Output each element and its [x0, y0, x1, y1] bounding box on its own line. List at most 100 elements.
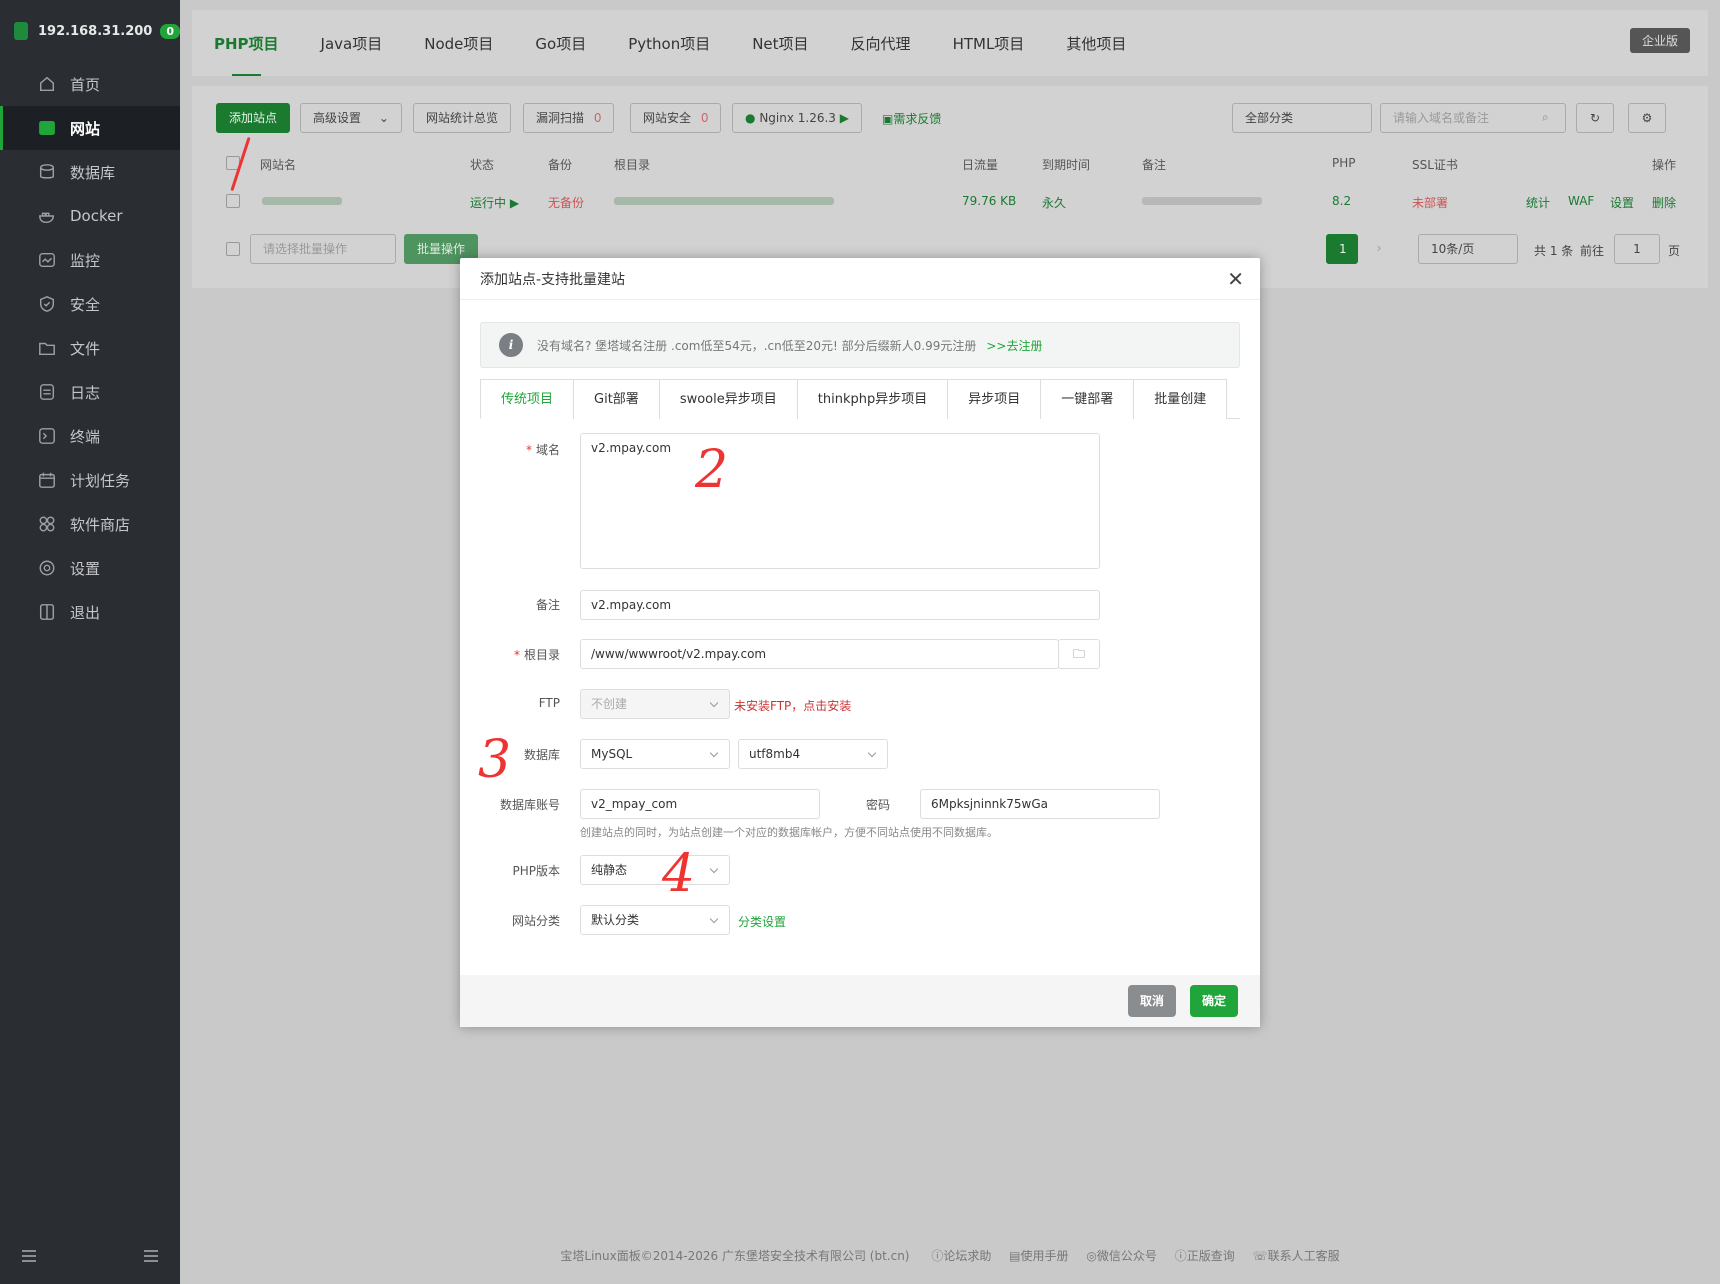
header-status[interactable]: 状态 — [470, 156, 494, 173]
refresh-icon[interactable]: ↻ — [1576, 103, 1614, 133]
action-waf[interactable]: WAF — [1568, 194, 1594, 208]
database-type-select[interactable]: MySQL — [580, 739, 730, 769]
tab-thinkphp[interactable]: thinkphp异步项目 — [796, 379, 949, 419]
domain-textarea[interactable]: v2.mpay.com — [580, 433, 1100, 569]
sidebar-item-website[interactable]: 网站 — [0, 106, 180, 150]
sidebar-item-cron[interactable]: 计划任务 — [0, 458, 180, 502]
header-site-name[interactable]: 网站名 — [260, 156, 296, 173]
header-actions: 操作 — [1652, 158, 1677, 172]
footer-link-forum[interactable]: ⓘ论坛求助 — [931, 1249, 991, 1263]
site-name-blurred[interactable] — [262, 197, 342, 205]
logout-icon — [39, 604, 55, 620]
close-icon[interactable]: ✕ — [1227, 269, 1244, 289]
alert-badge[interactable]: 0 — [160, 23, 180, 39]
register-link[interactable]: >>去注册 — [986, 337, 1042, 354]
cancel-button[interactable]: 取消 — [1128, 985, 1177, 1017]
calendar-icon — [39, 472, 55, 488]
settings-gear-icon[interactable]: ⚙ — [1628, 103, 1666, 133]
goto-page-input[interactable]: 1 — [1614, 234, 1660, 264]
category-settings-link[interactable]: 分类设置 — [738, 913, 786, 930]
tab-java[interactable]: Java项目 — [321, 10, 383, 76]
tab-swoole[interactable]: swoole异步项目 — [658, 379, 798, 419]
site-category-select[interactable]: 默认分类 — [580, 905, 730, 935]
traffic-value: 79.76 KB — [962, 194, 1017, 208]
site-stats-button[interactable]: 网站统计总览 — [413, 103, 512, 133]
menu-icon[interactable] — [144, 1250, 158, 1262]
batch-select[interactable]: 请选择批量操作 — [250, 234, 396, 264]
search-input[interactable]: 请输入域名或备注 — [1380, 103, 1566, 133]
footer-link-wechat[interactable]: ◎微信公众号 — [1086, 1249, 1157, 1263]
sidebar-item-logs[interactable]: 日志 — [0, 370, 180, 414]
remark-blurred[interactable] — [1142, 197, 1262, 205]
db-account-input[interactable]: v2_mpay_com — [580, 789, 820, 819]
confirm-button[interactable]: 确定 — [1190, 985, 1239, 1017]
add-site-button[interactable]: 添加站点 — [216, 103, 291, 133]
header-expire[interactable]: 到期时间 — [1042, 156, 1090, 173]
enterprise-badge[interactable]: 企业版 — [1629, 28, 1690, 53]
php-version-select[interactable]: 纯静态 — [580, 855, 730, 885]
sidebar-item-monitor[interactable]: 监控 — [0, 238, 180, 282]
collapse-icon[interactable] — [22, 1250, 36, 1262]
tab-traditional[interactable]: 传统项目 — [480, 379, 575, 419]
sidebar-item-database[interactable]: 数据库 — [0, 150, 180, 194]
expire-value[interactable]: 永久 — [1042, 194, 1066, 211]
tab-php[interactable]: PHP项目 — [214, 10, 279, 76]
footer-link-support[interactable]: ☏联系人工客服 — [1253, 1249, 1340, 1263]
header-traffic[interactable]: 日流量 — [962, 156, 998, 173]
footer-link-license[interactable]: ⓘ正版查询 — [1175, 1249, 1235, 1263]
tab-python[interactable]: Python项目 — [628, 10, 710, 76]
action-settings[interactable]: 设置 — [1610, 194, 1634, 211]
header-ssl[interactable]: SSL证书 — [1412, 156, 1458, 173]
tab-other[interactable]: 其他项目 — [1066, 10, 1126, 76]
tab-reverse-proxy[interactable]: 反向代理 — [851, 10, 911, 76]
category-select[interactable]: 全部分类 — [1232, 103, 1372, 133]
sidebar-item-home[interactable]: 首页 — [0, 62, 180, 106]
root-path-blurred[interactable] — [614, 197, 834, 205]
sidebar-item-terminal[interactable]: 终端 — [0, 414, 180, 458]
site-security-button[interactable]: 网站安全 0 — [630, 103, 722, 133]
advanced-settings-button[interactable]: 高级设置 ⌄ — [300, 103, 402, 133]
password-input[interactable]: 6Mpksjninnk75wGa — [920, 789, 1160, 819]
next-page-icon[interactable]: › — [1364, 234, 1394, 264]
php-version[interactable]: 8.2 — [1332, 194, 1351, 208]
page-unit-label: 页 — [1668, 244, 1681, 258]
ssl-status[interactable]: 未部署 — [1412, 194, 1448, 211]
tab-go[interactable]: Go项目 — [535, 10, 586, 76]
sidebar-item-store[interactable]: 软件商店 — [0, 502, 180, 546]
sidebar-item-settings[interactable]: 设置 — [0, 546, 180, 590]
tab-batch[interactable]: 批量创建 — [1133, 379, 1228, 419]
tab-async[interactable]: 异步项目 — [947, 379, 1042, 419]
action-delete[interactable]: 删除 — [1652, 194, 1676, 211]
sidebar-item-logout[interactable]: 退出 — [0, 590, 180, 634]
vuln-scan-button[interactable]: 漏洞扫描 0 — [523, 103, 615, 133]
folder-browse-icon[interactable]: 🗀 — [1058, 639, 1100, 669]
backup-status[interactable]: 无备份 — [548, 194, 584, 211]
action-stats[interactable]: 统计 — [1526, 194, 1550, 211]
sidebar-item-security[interactable]: 安全 — [0, 282, 180, 326]
per-page-select[interactable]: 10条/页 — [1418, 234, 1518, 264]
tab-html[interactable]: HTML项目 — [953, 10, 1025, 76]
root-path-input[interactable]: /www/wwwroot/v2.mpay.com — [580, 639, 1059, 669]
search-icon[interactable]: ⌕ — [1542, 110, 1549, 125]
terminal-icon — [39, 428, 55, 444]
feedback-link[interactable]: ▣需求反馈 — [882, 110, 941, 127]
remark-label: 备注 — [535, 598, 560, 612]
row-checkbox[interactable] — [226, 194, 240, 208]
sidebar-item-files[interactable]: 文件 — [0, 326, 180, 370]
batch-checkbox[interactable] — [226, 242, 240, 256]
ftp-install-link[interactable]: 未安装FTP，点击安装 — [734, 697, 851, 714]
password-label: 密码 — [865, 798, 890, 812]
ftp-select[interactable]: 不创建 — [580, 689, 730, 719]
charset-select[interactable]: utf8mb4 — [738, 739, 888, 769]
tab-net[interactable]: Net项目 — [752, 10, 808, 76]
tab-git[interactable]: Git部署 — [573, 379, 660, 419]
tab-one-click[interactable]: 一键部署 — [1040, 379, 1135, 419]
remark-input[interactable]: v2.mpay.com — [580, 590, 1100, 620]
status-running[interactable]: 运行中 ▶ — [470, 194, 519, 211]
tab-node[interactable]: Node项目 — [424, 10, 493, 76]
page-current[interactable]: 1 — [1326, 234, 1358, 264]
footer-link-manual[interactable]: ▤使用手册 — [1009, 1249, 1068, 1263]
header-root: 根目录 — [614, 158, 651, 172]
sidebar-item-docker[interactable]: Docker — [0, 194, 180, 238]
nginx-button[interactable]: ● Nginx 1.26.3 ▶ — [732, 103, 862, 133]
